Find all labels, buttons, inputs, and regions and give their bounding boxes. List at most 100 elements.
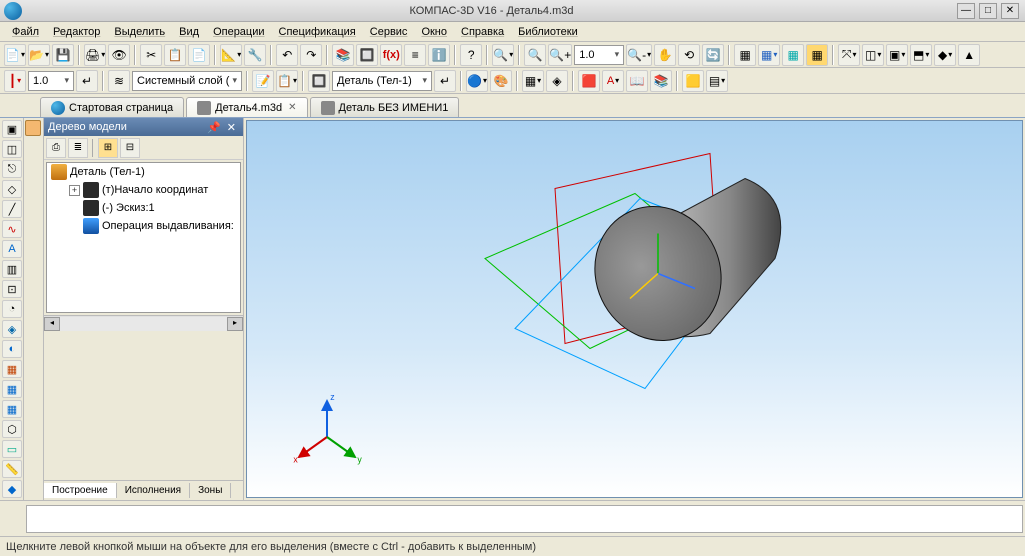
properties-button[interactable]: 🔧 [244,44,266,66]
tool-last-icon[interactable]: ◆ [2,480,22,498]
menu-service[interactable]: Сервис [364,24,414,40]
tool-cube3-icon[interactable]: ▦ [2,400,22,418]
print-button[interactable]: 🖨 [84,44,106,66]
tool-axis-icon[interactable]: ⎋ [2,160,22,178]
pattern-button[interactable]: ▤ [706,70,728,92]
tool3-button[interactable]: ▣ [886,44,908,66]
tool-mirror-icon[interactable]: ◐ [2,340,22,358]
menu-file[interactable]: Файл [6,24,45,40]
tool-assoc-icon[interactable]: ⬡ [2,420,22,438]
preview-button[interactable]: 👁 [108,44,130,66]
menu-view[interactable]: Вид [173,24,205,40]
color-red-icon[interactable]: 🟥 [578,70,600,92]
orange-tool-icon[interactable] [25,120,41,136]
tool6-button[interactable]: ▲ [958,44,980,66]
zoom-out-button[interactable]: 🔍- [626,44,652,66]
zoom-window-button[interactable]: 🔍 [524,44,546,66]
treetab-build[interactable]: Построение [44,483,117,498]
menu-libraries[interactable]: Библиотеки [512,24,584,40]
tree-scrollbar[interactable]: ◂ ▸ [44,315,243,331]
menu-help[interactable]: Справка [455,24,510,40]
tree-sketch-node[interactable]: (-) Эскиз:1 [47,199,240,217]
misc2-button[interactable]: ◈ [546,70,568,92]
part-icon[interactable]: 🔲 [308,70,330,92]
paste-button[interactable]: 📄 [188,44,210,66]
tool-line-icon[interactable]: ╱ [2,200,22,218]
layer-combo[interactable]: Системный слой ( [132,71,242,91]
pan-button[interactable]: ✋ [654,44,676,66]
save-button[interactable]: 💾 [52,44,74,66]
tab-start-page[interactable]: Стартовая страница [40,97,184,117]
menu-select[interactable]: Выделить [108,24,171,40]
tree-origin-node[interactable]: + (т)Начало координат [47,181,240,199]
part-apply-icon[interactable]: ↵ [434,70,456,92]
tool-text-icon[interactable]: A [2,240,22,258]
scroll-track[interactable] [60,317,227,331]
tool-extrude-icon[interactable]: ▣ [2,120,22,138]
scroll-left-icon[interactable]: ◂ [44,317,60,331]
sketch-button[interactable]: 📝 [252,70,274,92]
palette-button[interactable]: 🎨 [490,70,512,92]
property-bar-content[interactable] [26,505,1023,533]
treetab-zones[interactable]: Зоны [190,483,231,498]
tool-hole-icon[interactable]: ⊡ [2,280,22,298]
open-button[interactable]: 📂 [28,44,50,66]
layers-icon[interactable]: ≋ [108,70,130,92]
tree-root-node[interactable]: Деталь (Тел-1) [47,163,240,181]
tool-cube1-icon[interactable]: ▦ [2,360,22,378]
vars-button[interactable]: ≡ [404,44,426,66]
maximize-button[interactable]: □ [979,3,997,19]
misc1-button[interactable]: ▦ [522,70,544,92]
tool-cube2-icon[interactable]: ▦ [2,380,22,398]
tool-dim-icon[interactable]: ▥ [2,260,22,278]
tool-spline-icon[interactable]: ∿ [2,220,22,238]
filter-button[interactable]: 📖 [626,70,648,92]
menu-operations[interactable]: Операции [207,24,270,40]
linetype-button[interactable]: ┃ [4,70,26,92]
rotate-button[interactable]: ⟲ [678,44,700,66]
tool-plane-icon[interactable]: ◇ [2,180,22,198]
zoom-fit-button[interactable]: 🔍 [492,44,514,66]
stack-button[interactable]: 📚 [650,70,672,92]
info-button[interactable]: ℹ️ [428,44,450,66]
fx-button[interactable]: f(x) [380,44,402,66]
refresh-button[interactable]: 🔄 [702,44,724,66]
tree-close-icon[interactable]: ✕ [224,121,239,134]
color-button[interactable]: 🔵 [466,70,488,92]
scale-apply-button[interactable]: ↵ [76,70,98,92]
text-button[interactable]: A [602,70,624,92]
cut-button[interactable]: ✂ [140,44,162,66]
model-tree[interactable]: Деталь (Тел-1) + (т)Начало координат (-)… [46,162,241,313]
menu-edit[interactable]: Редактор [47,24,106,40]
treetab-exec[interactable]: Исполнения [117,483,190,498]
expand-icon[interactable]: + [69,185,80,196]
tool-fillet-icon[interactable]: ◔ [2,300,22,318]
tree-expand-icon[interactable]: ⊞ [98,138,118,158]
tool-meas-icon[interactable]: 📏 [2,460,22,478]
tool-sheet-icon[interactable]: ▭ [2,440,22,458]
redo-button[interactable]: ↷ [300,44,322,66]
tree-extrude-node[interactable]: Операция выдавливания: [47,217,240,235]
tree-mode2-icon[interactable]: ≣ [68,138,88,158]
part-combo[interactable]: Деталь (Тел-1) [332,71,432,91]
tool5-button[interactable]: ◆ [934,44,956,66]
copy-button[interactable]: 📋 [164,44,186,66]
tab-unnamed[interactable]: Деталь БЕЗ ИМЕНИ1 [310,97,460,117]
tab-close-icon[interactable]: ✕ [288,102,296,113]
box-blue-icon[interactable]: ▦ [758,44,780,66]
tool-cut-icon[interactable]: ◫ [2,140,22,158]
tree-pin-icon[interactable]: 📌 [204,121,224,134]
tree-mode1-icon[interactable]: ⎙ [46,138,66,158]
tool-pattern-icon[interactable]: ◈ [2,320,22,338]
manager-button[interactable]: 🔲 [356,44,378,66]
box-cyan-icon[interactable]: ▦ [782,44,804,66]
color-yellow-icon[interactable]: 🟨 [682,70,704,92]
box-orange-icon[interactable]: ▦ [806,44,828,66]
tree-collapse-icon[interactable]: ⊟ [120,138,140,158]
3d-viewport[interactable]: z x y [246,120,1023,498]
menu-window[interactable]: Окно [415,24,453,40]
scroll-right-icon[interactable]: ▸ [227,317,243,331]
orientation-gizmo[interactable]: z x y [287,389,367,469]
plane-button[interactable]: ◫ [862,44,884,66]
axis-button[interactable]: ⤧ [838,44,860,66]
